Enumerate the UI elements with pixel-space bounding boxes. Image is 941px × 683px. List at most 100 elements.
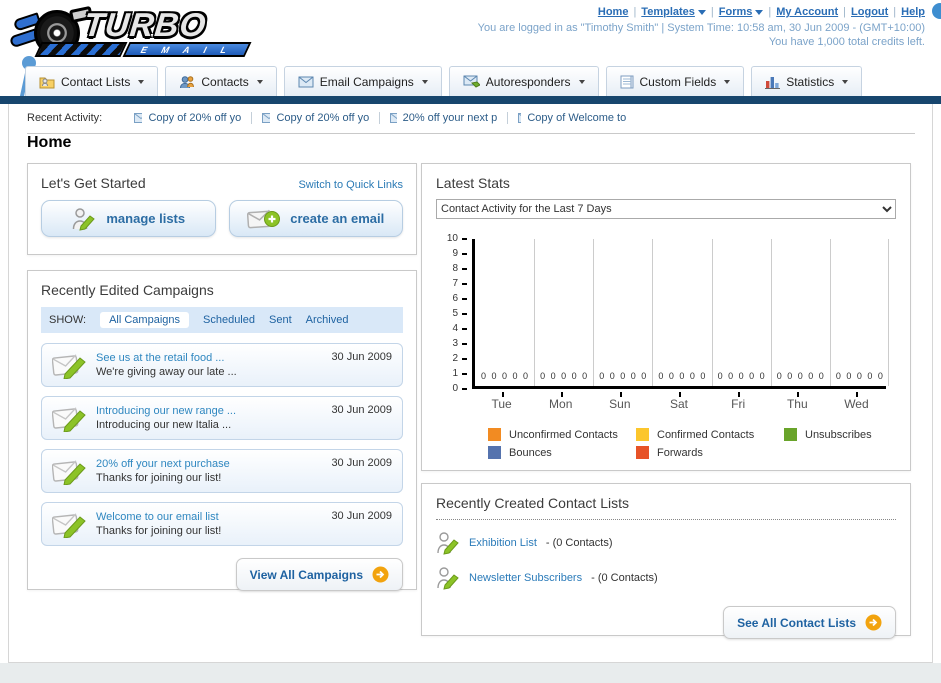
tab-label: Contacts: [201, 74, 249, 89]
envelope-plus-icon: [247, 209, 281, 228]
main-nav-tabs: Contact Lists Contacts Email Campaigns A…: [25, 66, 863, 96]
dropdown-caret-icon: [138, 79, 145, 84]
category-separator-line: [534, 239, 536, 386]
filter-scheduled[interactable]: Scheduled: [203, 314, 255, 326]
bar-value-label: 0: [630, 371, 636, 381]
see-all-contact-lists-button[interactable]: See All Contact Lists: [723, 606, 896, 639]
recent-activity-item[interactable]: Copy of 20% off yo: [124, 112, 253, 124]
dropdown-caret-icon: [421, 79, 428, 84]
y-tick-mark: [462, 238, 467, 240]
filter-all-campaigns[interactable]: All Campaigns: [100, 312, 189, 328]
bar-value-label: 0: [717, 371, 723, 381]
y-tick-label: 9: [452, 248, 458, 259]
nav-separator: |: [843, 6, 847, 18]
campaign-row[interactable]: See us at the retail food ... We're givi…: [41, 343, 403, 387]
x-tick-label: Wed: [844, 397, 869, 411]
legend-swatch-icon: [636, 428, 649, 441]
nav-link-home[interactable]: Home: [598, 6, 629, 18]
bar-value-label: 0: [679, 371, 685, 381]
tab-email-campaigns[interactable]: Email Campaigns: [283, 66, 442, 96]
create-email-button[interactable]: create an email: [228, 200, 403, 237]
y-tick-mark: [462, 358, 467, 360]
y-tick-mark: [462, 328, 467, 330]
show-label: SHOW:: [49, 314, 87, 326]
dotted-divider: [436, 519, 896, 520]
nav-link-help[interactable]: Help: [901, 6, 925, 18]
filter-sent[interactable]: Sent: [269, 314, 292, 326]
nav-link-my-account[interactable]: My Account: [776, 6, 838, 18]
arrow-circle-icon: [865, 614, 882, 631]
recent-activity-label: Recent Activity:: [27, 112, 103, 124]
campaign-title-link[interactable]: 20% off your next purchase: [96, 457, 321, 471]
bar-value-label: 0: [759, 371, 765, 381]
envelope-icon: [518, 113, 522, 123]
dropdown-caret-icon: [755, 9, 764, 15]
bar-value-label: 0: [689, 371, 695, 381]
bar-value-label: 0: [856, 371, 862, 381]
chart-plot-area: 00000000000000000000000000000000000: [472, 239, 889, 389]
recent-activity-item[interactable]: 20% off your next p: [380, 112, 509, 124]
campaign-row[interactable]: Welcome to our email list Thanks for joi…: [41, 502, 403, 546]
contact-list-count: - (0 Contacts): [591, 572, 658, 584]
view-all-campaigns-button[interactable]: View All Campaigns: [235, 558, 403, 591]
tab-label: Contact Lists: [61, 74, 131, 89]
recent-activity-text: Copy of 20% off yo: [148, 112, 242, 124]
campaign-title-link[interactable]: Introducing our new range ...: [96, 404, 321, 418]
logo-stripes-icon: [34, 42, 128, 57]
stats-period-select[interactable]: Contact Activity for the Last 7 Days: [436, 199, 896, 219]
y-tick-mark: [462, 283, 467, 285]
legend-item: Bounces: [488, 446, 636, 459]
y-tick-label: 8: [452, 263, 458, 274]
contact-list-row[interactable]: Exhibition List - (0 Contacts): [436, 531, 896, 555]
y-tick-label: 3: [452, 338, 458, 349]
nav-link-logout[interactable]: Logout: [851, 6, 888, 18]
bar-value-label: 0: [599, 371, 605, 381]
filter-archived[interactable]: Archived: [306, 314, 349, 326]
switch-quick-links[interactable]: Switch to Quick Links: [298, 179, 403, 191]
y-tick-mark: [462, 253, 467, 255]
person-pencil-icon: [437, 532, 459, 555]
dropdown-caret-icon: [256, 79, 263, 84]
tab-custom-fields[interactable]: Custom Fields: [605, 66, 745, 96]
recent-activity-item[interactable]: Copy of Welcome to: [508, 112, 636, 124]
get-started-title: Let's Get Started: [41, 175, 146, 191]
recent-activity-item[interactable]: Copy of 20% off yo: [252, 112, 381, 124]
envelope-pencil-icon: [52, 407, 86, 432]
bar-value-label: 0: [609, 371, 615, 381]
tab-statistics[interactable]: Statistics: [751, 66, 863, 96]
statistics-barchart-icon: [765, 76, 781, 89]
category-separator-line: [770, 239, 772, 386]
campaigns-panel: Recently Edited Campaigns SHOW: All Camp…: [27, 270, 417, 591]
person-pencil-icon: [437, 567, 459, 590]
campaign-row[interactable]: Introducing our new range ... Introducin…: [41, 396, 403, 440]
bar-value-label: 0: [867, 371, 873, 381]
legend-swatch-icon: [488, 446, 501, 459]
app-logo: TURBO E M A I L: [8, 2, 258, 143]
legend-item: Forwards: [636, 446, 784, 459]
tab-autoresponders[interactable]: Autoresponders: [448, 66, 599, 96]
y-tick-mark: [462, 373, 467, 375]
help-bubble-icon: [932, 3, 941, 19]
nav-separator: |: [633, 6, 637, 18]
legend-label: Confirmed Contacts: [657, 428, 755, 441]
campaign-row[interactable]: 20% off your next purchase Thanks for jo…: [41, 449, 403, 493]
bar-value-label: 0: [550, 371, 556, 381]
logo-subtitle: E M A I L: [122, 42, 252, 57]
contact-list-name-link[interactable]: Exhibition List: [469, 537, 537, 549]
tab-contacts[interactable]: Contacts: [165, 66, 277, 96]
latest-stats-panel: Latest Stats Contact Activity for the La…: [421, 163, 911, 471]
create-email-label: create an email: [290, 211, 385, 226]
bar-value-label: 0: [738, 371, 744, 381]
contact-list-count: - (0 Contacts): [545, 537, 613, 549]
manage-lists-button[interactable]: manage lists: [41, 200, 216, 237]
campaign-title-link[interactable]: See us at the retail food ...: [96, 351, 321, 365]
nav-link-templates[interactable]: Templates: [641, 6, 695, 18]
bar-value-label: 0: [787, 371, 793, 381]
nav-link-forms[interactable]: Forms: [719, 6, 753, 18]
bar-value-label: 0: [728, 371, 734, 381]
tab-contact-lists[interactable]: Contact Lists: [25, 66, 159, 96]
x-tick-label: Sun: [609, 397, 631, 411]
contact-list-row[interactable]: Newsletter Subscribers - (0 Contacts): [436, 566, 896, 590]
campaign-title-link[interactable]: Welcome to our email list: [96, 510, 321, 524]
contact-list-name-link[interactable]: Newsletter Subscribers: [469, 572, 582, 584]
